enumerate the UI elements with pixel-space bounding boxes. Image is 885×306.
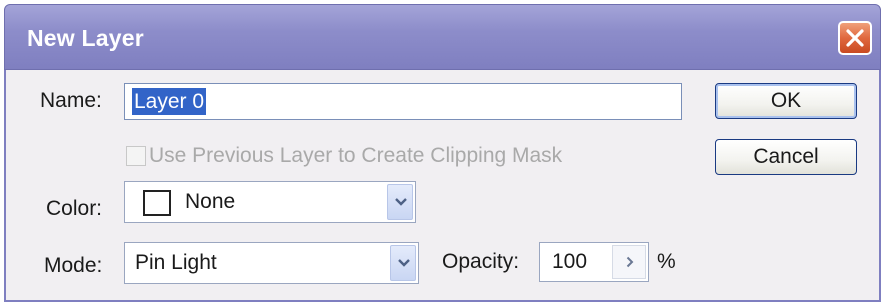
dialog-body: Name: Layer 0 Use Previous Layer to Crea… xyxy=(4,70,881,302)
close-button[interactable] xyxy=(838,21,872,55)
opacity-input[interactable]: 100 xyxy=(539,242,649,282)
mode-dropdown-button[interactable] xyxy=(390,245,416,281)
chevron-right-icon xyxy=(626,256,634,268)
color-label: Color: xyxy=(46,197,103,220)
opacity-label: Opacity: xyxy=(442,250,520,273)
dialog-title: New Layer xyxy=(27,25,144,51)
color-dropdown-button[interactable] xyxy=(387,184,413,220)
color-swatch xyxy=(143,190,171,216)
mode-select[interactable]: Pin Light xyxy=(124,242,419,284)
ok-button[interactable]: OK xyxy=(715,83,857,119)
name-input[interactable]: Layer 0 xyxy=(124,83,682,120)
clipping-mask-label: Use Previous Layer to Create Clipping Ma… xyxy=(149,144,563,167)
opacity-slider-button[interactable] xyxy=(612,245,646,279)
close-icon xyxy=(846,29,864,47)
mode-label: Mode: xyxy=(44,254,103,277)
mode-select-value: Pin Light xyxy=(135,251,217,274)
title-bar[interactable]: New Layer xyxy=(4,4,881,70)
opacity-unit: % xyxy=(657,250,676,273)
name-label: Name: xyxy=(40,89,102,112)
chevron-down-icon xyxy=(398,259,410,267)
chevron-down-icon xyxy=(395,198,407,206)
color-select[interactable]: None xyxy=(124,181,416,223)
opacity-value: 100 xyxy=(552,250,588,273)
cancel-button[interactable]: Cancel xyxy=(715,139,857,175)
color-select-value: None xyxy=(185,190,236,213)
name-input-value: Layer 0 xyxy=(132,88,207,115)
clipping-mask-checkbox[interactable] xyxy=(126,146,146,166)
new-layer-dialog: New Layer Name: Layer 0 Use Previous Lay… xyxy=(0,0,885,306)
